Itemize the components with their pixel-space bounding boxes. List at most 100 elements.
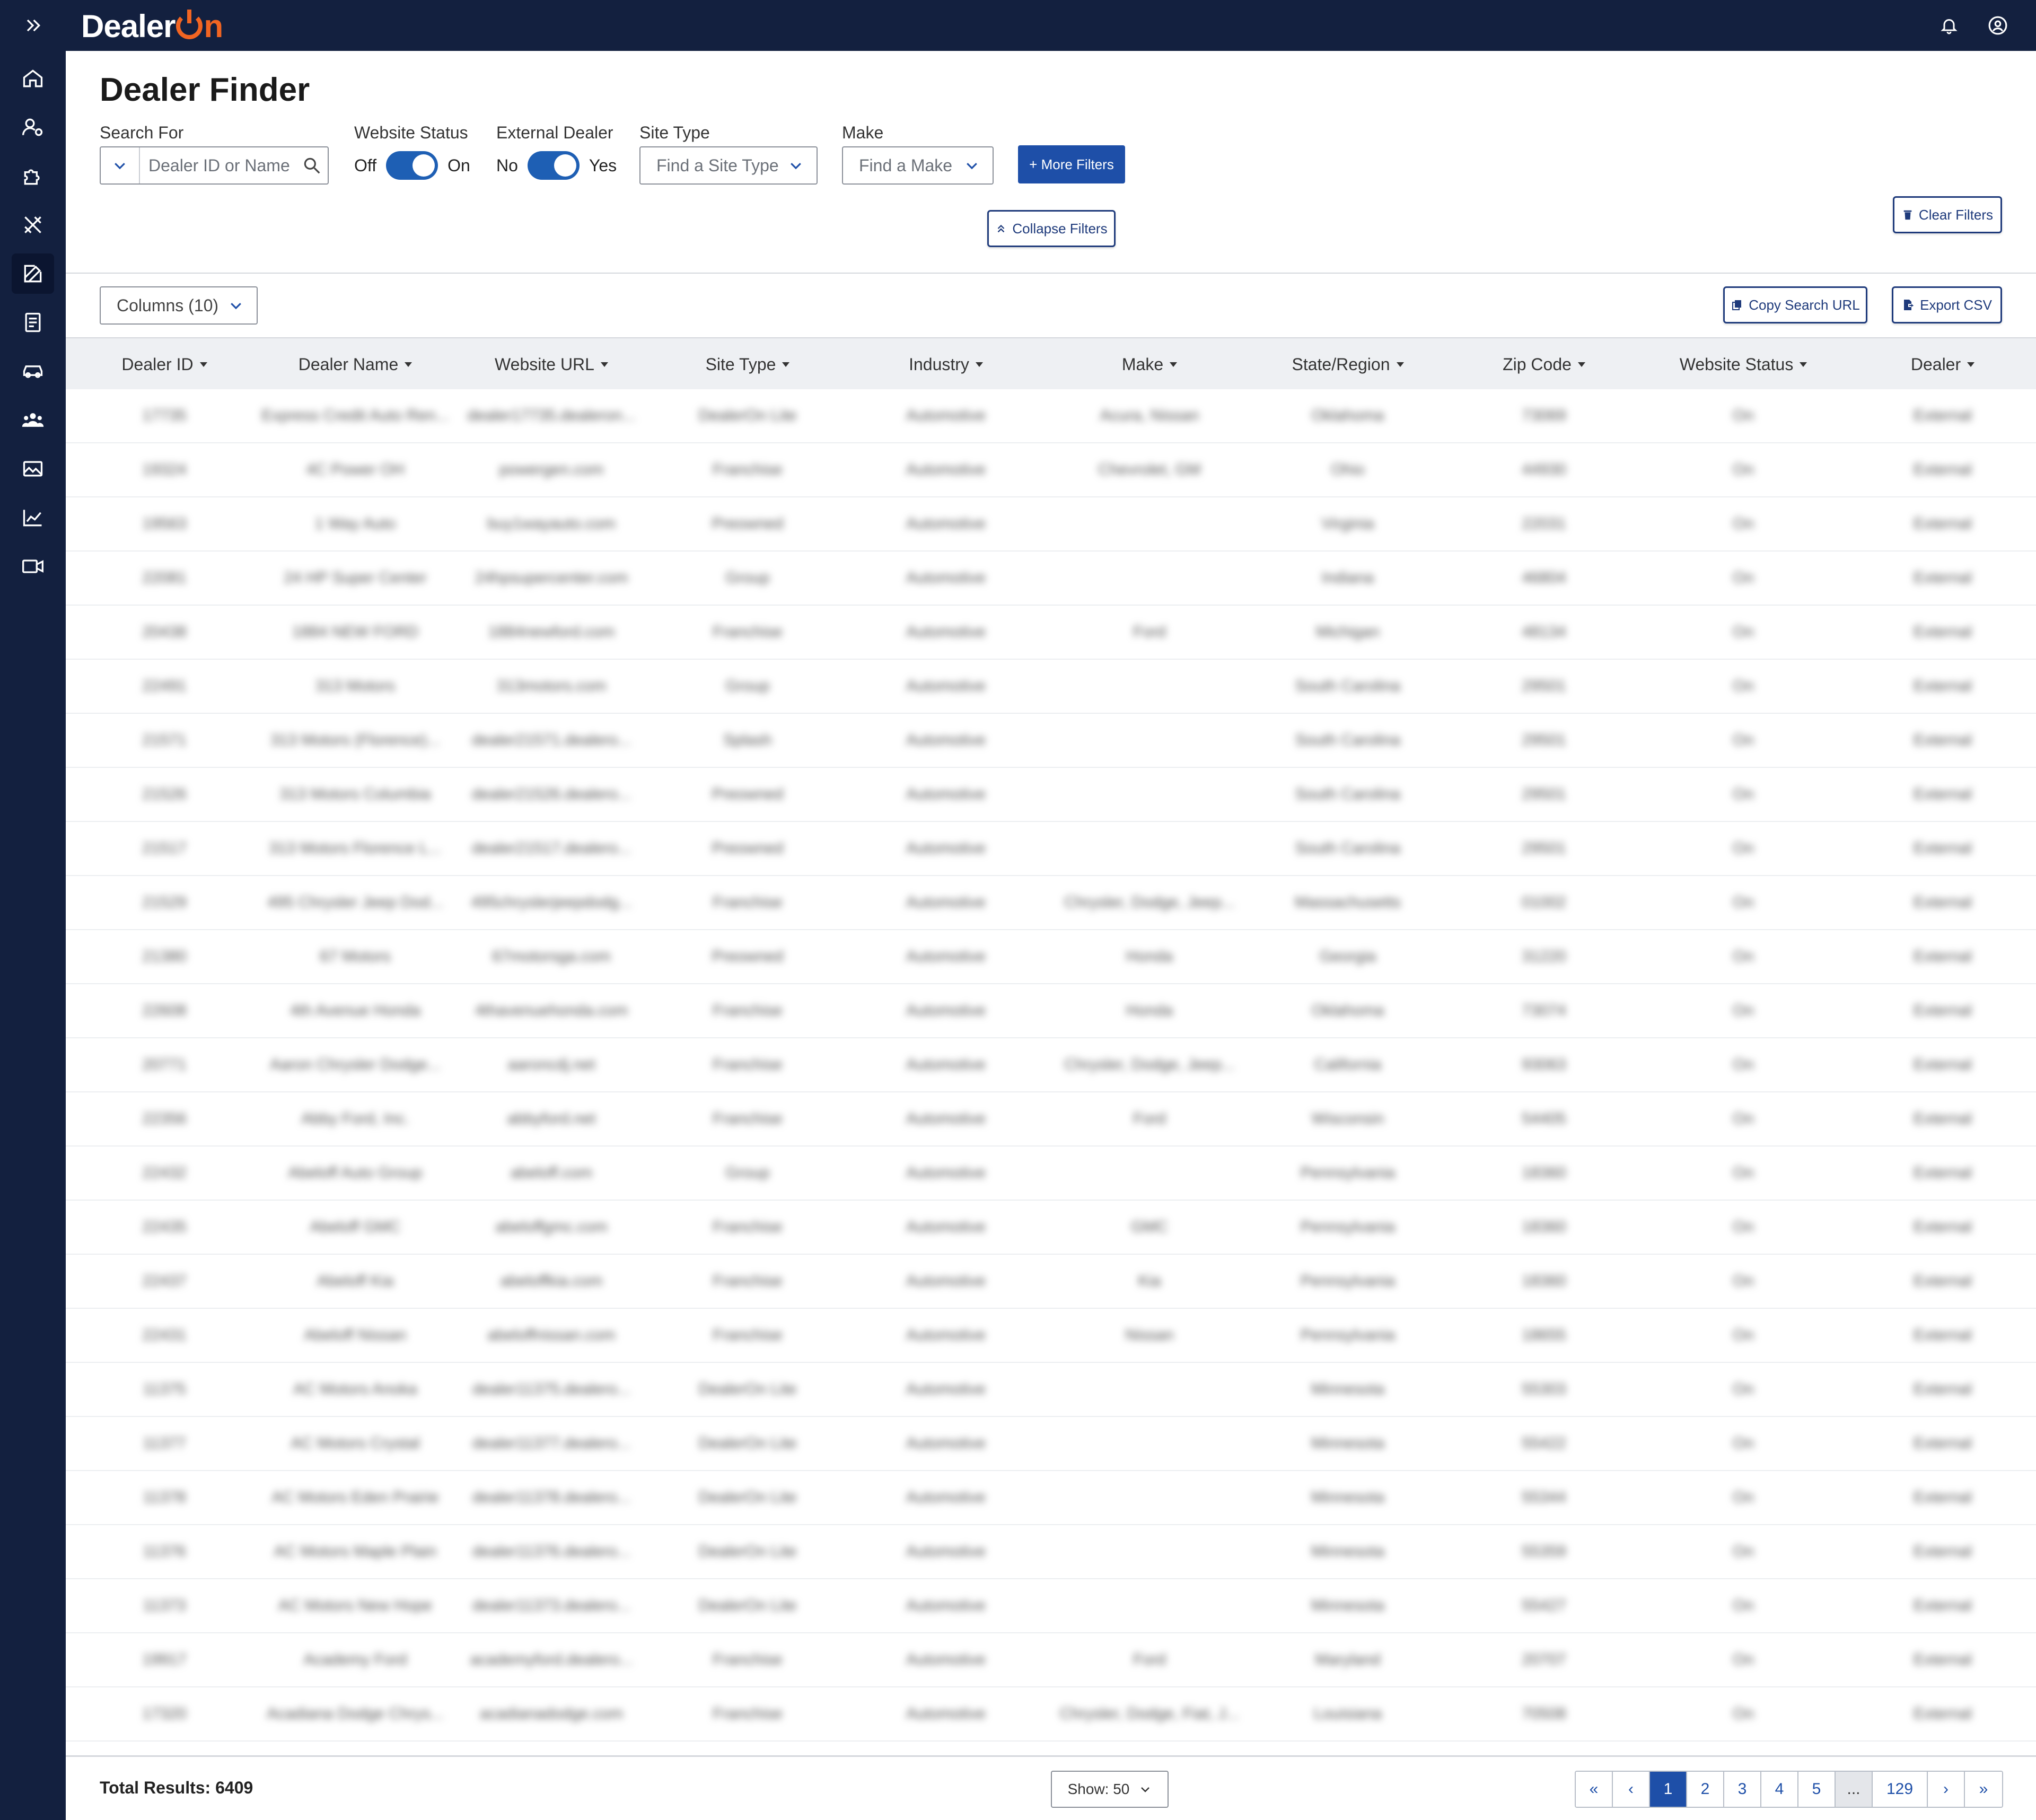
table-cell[interactable]: dealer11376.dealero...	[453, 1525, 650, 1578]
table-row[interactable]: 11376 AC Motors Maple Plain dealer11376.de…	[66, 1525, 2036, 1579]
copy-search-url-button[interactable]: Copy Search URL	[1723, 286, 1867, 323]
search-type-dropdown[interactable]	[101, 147, 140, 183]
table-cell[interactable]: dealer21571.dealero...	[453, 714, 650, 767]
page-button[interactable]: 3	[1724, 1772, 1761, 1807]
table-row[interactable]: 22437 Abeloff Kia abeloffkia.com Franchise A…	[66, 1255, 2036, 1309]
table-cell[interactable]: 495chryslerjeepdodg...	[453, 876, 650, 929]
dealeron-logo[interactable]: Dealer n	[81, 7, 223, 45]
table-row[interactable]: 22431 Abeloff Nissan abeloffnissan.com Fran…	[66, 1309, 2036, 1363]
table-cell[interactable]: academyford.dealero...	[453, 1633, 650, 1686]
first-page-button[interactable]: «	[1576, 1772, 1613, 1807]
table-row[interactable]: 22081 24 HP Super Center 24hpsupercenter.c…	[66, 552, 2036, 606]
table-row[interactable]: 19917 Academy Ford academyford.dealero... F…	[66, 1633, 2036, 1687]
column-header-website-url[interactable]: Website URL	[453, 338, 650, 390]
sidebar-item-editor[interactable]	[12, 253, 54, 294]
table-cell[interactable]: 313motors.com	[453, 660, 650, 713]
column-header-dealer-name[interactable]: Dealer Name	[254, 338, 456, 390]
column-header-website-status[interactable]: Website Status	[1658, 338, 1828, 390]
table-cell[interactable]: abeloffgmc.com	[453, 1201, 650, 1254]
table-row[interactable]: 17735 Express Credit Auto Ren... dealer177…	[66, 389, 2036, 443]
table-row[interactable]: 21380 67 Motors 67motorsga.com Preowned Auto…	[66, 930, 2036, 984]
table-cell[interactable]: aaroncdj.net	[453, 1038, 650, 1091]
sidebar-item-tools[interactable]	[12, 205, 54, 245]
page-button[interactable]: 129	[1873, 1772, 1928, 1807]
sidebar-item-integrations[interactable]	[12, 156, 54, 196]
search-field[interactable]: Dealer ID or Name	[100, 146, 329, 185]
page-button[interactable]: 4	[1761, 1772, 1798, 1807]
column-header-zip-code[interactable]: Zip Code	[1475, 338, 1613, 390]
last-page-button[interactable]: »	[1965, 1772, 2002, 1807]
search-icon[interactable]	[296, 155, 328, 176]
bell-icon[interactable]	[1936, 13, 1962, 38]
sidebar-item-inventory[interactable]	[12, 351, 54, 391]
next-page-button[interactable]: ›	[1928, 1772, 1965, 1807]
table-row[interactable]: 22608 4th Avenue Honda 4thavenuehonda.com F…	[66, 984, 2036, 1038]
table-cell[interactable]: 67motorsga.com	[453, 930, 650, 983]
sidebar-item-users-settings[interactable]	[12, 107, 54, 147]
sidebar-item-reports[interactable]	[12, 497, 54, 538]
table-row[interactable]: 22435 Abeloff GMC abeloffgmc.com Franchise A…	[66, 1201, 2036, 1255]
collapse-filters-button[interactable]: Collapse Filters	[987, 210, 1116, 247]
table-cell[interactable]: dealer17735.dealeron...	[453, 389, 650, 442]
page-button[interactable]: 2	[1687, 1772, 1724, 1807]
sidebar-item-media[interactable]	[12, 449, 54, 489]
table-cell[interactable]: abeloffkia.com	[453, 1255, 650, 1308]
table-row[interactable]: 22491 313 Motors 313motors.com Group Automot…	[66, 660, 2036, 714]
table-row[interactable]: 19324 4C Power OH powergen.com Franchise Aut…	[66, 443, 2036, 497]
table-row[interactable]: 20771 Aaron Chrysler Dodge... aaroncdj.net…	[66, 1038, 2036, 1092]
table-cell[interactable]: dealer21517.dealero...	[453, 822, 650, 875]
table-row[interactable]: 19563 1 Way Auto buy1wayauto.com Preowned Au…	[66, 497, 2036, 552]
table-row[interactable]: 11377 AC Motors Crystal dealer11377.dealer…	[66, 1417, 2036, 1471]
table-cell[interactable]: powergen.com	[453, 443, 650, 496]
column-header-industry[interactable]: Industry	[866, 338, 1025, 390]
table-row[interactable]: 17320 Acadiana Dodge Chrys... acadianadodg…	[66, 1687, 2036, 1742]
column-header-dealer-id[interactable]: Dealer ID	[95, 338, 233, 390]
table-cell[interactable]: dealer11373.dealero...	[453, 1579, 650, 1632]
table-cell[interactable]: abeloff.com	[453, 1147, 650, 1200]
table-row[interactable]: 22356 Abby Ford, Inc. abbyford.net Franchis…	[66, 1092, 2036, 1147]
column-header-site-type[interactable]: Site Type	[668, 338, 827, 390]
page-size-select[interactable]: Show: 50	[1051, 1771, 1169, 1808]
expand-sidebar-button[interactable]	[0, 0, 66, 51]
table-row[interactable]: 21526 313 Motors Columbia dealer21526.deal…	[66, 768, 2036, 822]
make-select[interactable]: Find a Make	[842, 146, 994, 185]
table-cell[interactable]: dealer11378.dealero...	[453, 1471, 650, 1524]
table-cell[interactable]: abbyford.net	[453, 1092, 650, 1145]
more-filters-button[interactable]: + More Filters	[1018, 145, 1125, 183]
table-cell[interactable]: 4thavenuehonda.com	[453, 984, 650, 1037]
export-csv-button[interactable]: Export CSV	[1892, 286, 2002, 323]
account-icon[interactable]	[1985, 13, 2011, 38]
table-cell[interactable]: dealer11377.dealero...	[453, 1417, 650, 1470]
table-cell[interactable]: 1884newford.com	[453, 606, 650, 659]
page-button[interactable]: 1	[1650, 1772, 1687, 1807]
sidebar-item-users[interactable]	[12, 400, 54, 440]
sidebar-item-video[interactable]	[12, 546, 54, 587]
website-status-toggle[interactable]	[386, 151, 438, 180]
column-header-make[interactable]: Make	[1049, 338, 1250, 390]
table-row[interactable]: 21529 495 Chrysler Jeep Dod... 495chrysler…	[66, 876, 2036, 930]
sidebar-item-home[interactable]	[12, 58, 54, 99]
clear-filters-button[interactable]: Clear Filters	[1893, 196, 2002, 233]
column-header-dealer[interactable]: Dealer	[1874, 338, 2012, 390]
table-cell[interactable]: 24hpsupercenter.com	[453, 552, 650, 605]
columns-select[interactable]: Columns (10)	[100, 286, 258, 325]
search-input[interactable]: Dealer ID or Name	[140, 156, 296, 176]
table-row[interactable]: 11378 AC Motors Eden Prairie dealer11378.d…	[66, 1471, 2036, 1525]
table-cell[interactable]: abeloffnissan.com	[453, 1309, 650, 1362]
table-row[interactable]: 21517 313 Motors Florence L... dealer21517…	[66, 822, 2036, 876]
table-cell[interactable]: buy1wayauto.com	[453, 497, 650, 550]
table-row[interactable]: 21571 313 Motors (Florence)... dealer21571…	[66, 714, 2036, 768]
table-cell[interactable]: dealer11375.dealero...	[453, 1363, 650, 1416]
table-row[interactable]: 11373 AC Motors New Hope dealer11373.deale…	[66, 1579, 2036, 1633]
sidebar-item-billing[interactable]	[12, 302, 54, 343]
table-cell[interactable]: acadianadodge.com	[453, 1687, 650, 1740]
external-dealer-toggle[interactable]	[527, 151, 580, 180]
table-row[interactable]: 22432 Abeloff Auto Group abeloff.com Group A…	[66, 1147, 2036, 1201]
prev-page-button[interactable]: ‹	[1613, 1772, 1650, 1807]
site-type-select[interactable]: Find a Site Type	[639, 146, 818, 185]
page-button[interactable]: 5	[1798, 1772, 1836, 1807]
table-row[interactable]: 11375 AC Motors Anoka dealer11375.dealero.…	[66, 1363, 2036, 1417]
column-header-state-region[interactable]: State/Region	[1252, 338, 1443, 390]
table-cell[interactable]: dealer21526.dealero...	[453, 768, 650, 821]
table-row[interactable]: 20438 1884 NEW FORD 1884newford.com Franchi…	[66, 606, 2036, 660]
